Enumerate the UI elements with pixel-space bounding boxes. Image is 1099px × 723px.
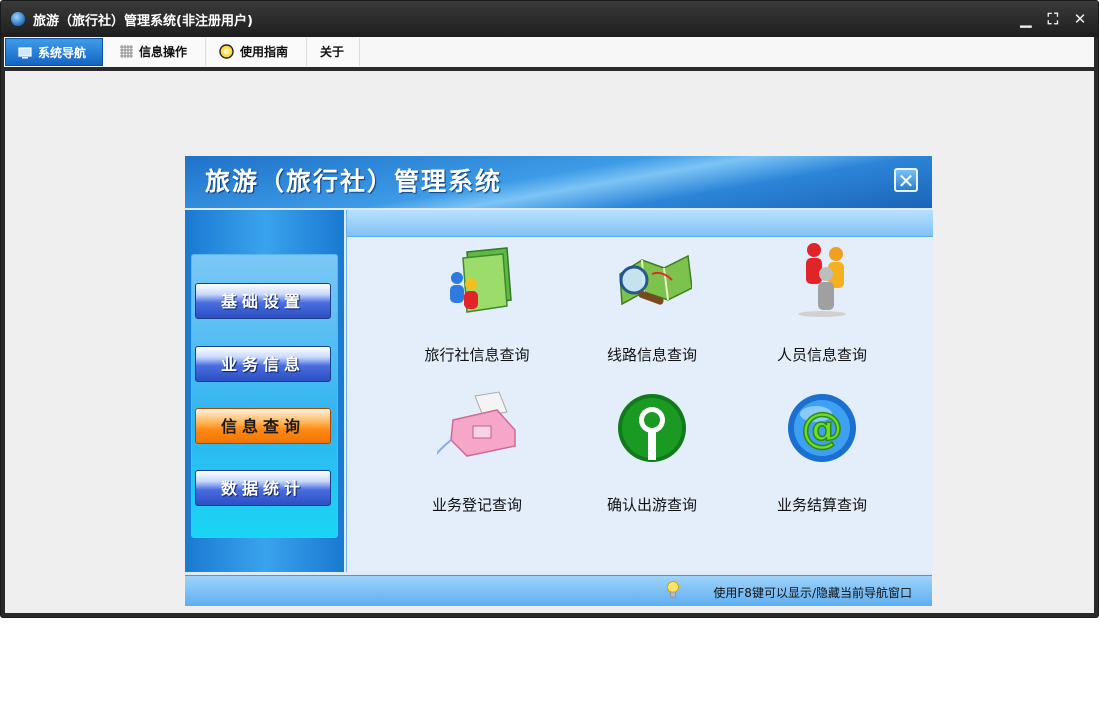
tab-label: 信息操作 (139, 45, 188, 59)
sidebar-button-basic-settings[interactable]: 基础设置 (195, 283, 331, 319)
tile-route-query[interactable]: 线路信息查询 (577, 240, 727, 370)
sidebar: 基础设置 业务信息 信息查询 数据统计 (185, 210, 344, 572)
panel-header: 旅游（旅行社）管理系统 ✕ (185, 156, 932, 208)
at-sign-icon: @ (788, 394, 856, 462)
status-bar: 使用F8键可以显示/隐藏当前导航窗口 (185, 575, 932, 606)
restore-icon[interactable]: ⛶ (1043, 9, 1063, 29)
tile-label: 业务结算查询 (776, 496, 867, 514)
grid-icon (120, 45, 133, 58)
navigation-panel: 旅游（旅行社）管理系统 ✕ 基础设置 业务信息 信息查询 数据统计 旅行社信息查… (185, 156, 933, 606)
tile-trip-confirm-query[interactable]: 确认出游查询 (577, 390, 727, 520)
tile-staff-query[interactable]: 人员信息查询 (747, 240, 897, 370)
lightbulb-icon (667, 581, 679, 598)
svg-text:@: @ (801, 403, 843, 452)
window-controls: ▁ ⛶ ✕ (1014, 9, 1090, 29)
status-hint: 使用F8键可以显示/隐藏当前导航窗口 (713, 586, 912, 600)
fax-icon (437, 391, 516, 457)
tab-about[interactable]: 关于 (308, 38, 360, 66)
app-logo-icon (11, 12, 25, 26)
tile-label: 人员信息查询 (776, 346, 867, 364)
sidebar-button-info-query[interactable]: 信息查询 (195, 408, 331, 444)
tab-system-nav[interactable]: 系统导航 (5, 38, 103, 66)
title-bar[interactable]: 旅游（旅行社）管理系统(非注册用户) ▁ ⛶ ✕ (1, 1, 1098, 37)
content-area: 旅游（旅行社）管理系统 ✕ 基础设置 业务信息 信息查询 数据统计 旅行社信息查… (5, 71, 1094, 613)
tile-registration-query[interactable]: 业务登记查询 (402, 390, 552, 520)
panel-title: 旅游（旅行社）管理系统 (205, 167, 503, 196)
monitor-icon (18, 46, 32, 58)
help-icon (219, 44, 234, 59)
tile-agency-query[interactable]: 旅行社信息查询 (402, 240, 552, 370)
sidebar-button-statistics[interactable]: 数据统计 (195, 470, 331, 506)
tab-info-operations[interactable]: 信息操作 (106, 38, 206, 66)
tab-label: 使用指南 (240, 45, 289, 59)
close-icon[interactable]: ✕ (1070, 9, 1090, 29)
minimize-icon[interactable]: ▁ (1016, 9, 1036, 29)
tile-label: 线路信息查询 (606, 346, 697, 364)
keyhole-icon (618, 394, 686, 462)
sidebar-button-business-info[interactable]: 业务信息 (195, 346, 331, 382)
tile-label: 确认出游查询 (606, 496, 697, 514)
tab-label: 系统导航 (38, 46, 87, 60)
panel-close-icon[interactable]: ✕ (894, 168, 918, 192)
tile-label: 旅行社信息查询 (424, 346, 530, 364)
query-main-area: 旅行社信息查询 线路信息查询 人员信息查询 业务登记查询 确认出游查询 @ 业务… (346, 210, 933, 572)
tab-label: 关于 (320, 45, 345, 59)
window-title: 旅游（旅行社）管理系统(非注册用户) (33, 14, 253, 29)
main-top-bar (347, 210, 933, 237)
app-window: 旅游（旅行社）管理系统(非注册用户) ▁ ⛶ ✕ 系统导航 信息操作 使用指南 … (0, 0, 1099, 618)
map-magnifier-icon (619, 254, 692, 306)
tile-label: 业务登记查询 (431, 496, 522, 514)
tile-settlement-query[interactable]: @ 业务结算查询 (747, 390, 897, 520)
menu-bar: 系统导航 信息操作 使用指南 关于 (4, 37, 1094, 71)
tab-user-guide[interactable]: 使用指南 (207, 38, 307, 66)
people-icon (798, 243, 846, 317)
folder-people-icon (450, 247, 512, 313)
